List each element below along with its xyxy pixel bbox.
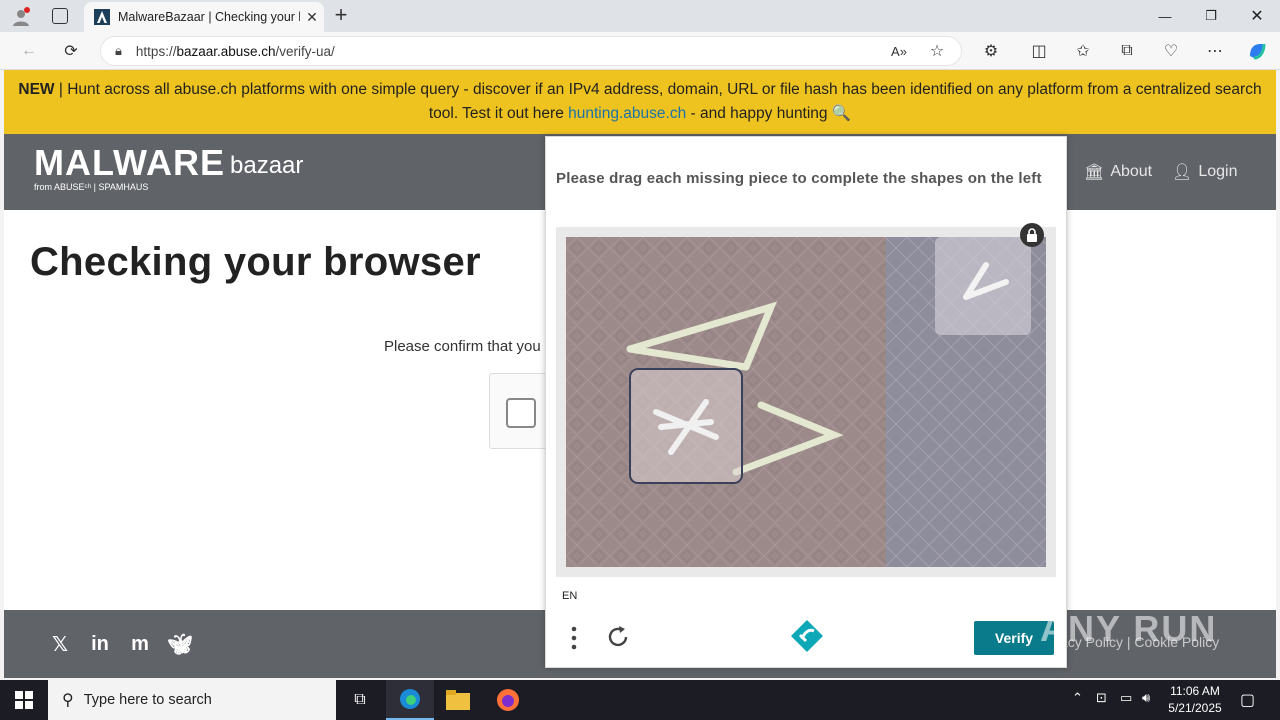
captcha-image-area [556,227,1056,577]
linkedin-icon[interactable]: in [88,632,112,656]
bluesky-icon[interactable]: 🦋︎ [167,632,192,656]
banner-text-end: - and happy hunting 🔍 [686,105,852,122]
split-screen-icon[interactable]: ◫ [1028,40,1050,62]
announcement-banner: NEW | Hunt across all abuse.ch platforms… [4,70,1276,134]
notifications-icon[interactable]: ▢ [1240,690,1255,710]
nav-login-label: Login [1198,163,1238,180]
lock-site-icon: 🔒︎ [115,43,122,58]
tab-title: MalwareBazaar | Checking your b [118,10,300,24]
confirm-text: Please confirm that you [384,338,541,355]
anyrun-watermark: ANY RUN [1040,608,1218,649]
windows-start-icon[interactable] [0,680,48,720]
hcaptcha-logo-icon[interactable] [790,619,824,653]
taskbar-search-placeholder: Type here to search [83,692,212,708]
address-toolbar: ← ⟳ 🔒︎ https://bazaar.abuse.ch/verify-ua… [0,32,1280,70]
banner-new-label: NEW [18,81,55,98]
taskbar-search-input[interactable]: ⚲ Type here to search [48,680,336,720]
tray-chevron-icon[interactable]: ⌃ [1072,690,1083,706]
minimize-icon[interactable]: — [1142,0,1188,32]
close-window-icon[interactable]: ✕ [1234,0,1280,32]
search-icon: ⚲ [62,692,74,709]
browser-essentials-icon[interactable]: ♡ [1160,40,1182,62]
windows-taskbar: ⚲ Type here to search ⧉ ⌃ ⊡ ▭ 🔊︎ 11:06 A… [0,680,1280,720]
favorites-icon[interactable]: ✩ [1072,40,1094,62]
tray-device-icon[interactable]: ⊡ [1096,690,1107,706]
extensions-icon[interactable]: ⚙ [980,40,1002,62]
user-icon: 👤︎ [1172,164,1193,181]
url-host: bazaar.abuse.ch [176,43,276,59]
more-options-icon[interactable] [564,625,584,651]
x-twitter-icon[interactable]: 𝕏 [48,632,72,656]
new-tab-button[interactable]: + [330,4,352,26]
url-prefix: https:// [135,43,177,59]
file-explorer-icon[interactable] [434,680,482,720]
nav-about-label: About [1110,163,1153,180]
settings-more-icon[interactable]: ⋯ [1204,40,1226,62]
captcha-puzzle-image [566,237,1046,567]
logo-from: from ABUSEᶜʰ | SPAMHAUS [34,182,149,192]
logo-malware[interactable]: MALWARE [34,142,225,184]
language-selector[interactable]: EN [562,590,577,602]
hunting-link[interactable]: hunting.abuse.ch [568,105,686,122]
captcha-prompt: Please drag each missing piece to comple… [556,170,1042,187]
captcha-checkbox[interactable] [506,398,536,428]
firefox-icon[interactable] [484,680,532,720]
volume-icon[interactable]: 🔊︎ [1142,690,1150,706]
site-favicon-icon [94,9,110,25]
mastodon-icon[interactable]: m [128,632,152,656]
page-title: Checking your browser [30,240,481,284]
profile-icon[interactable] [10,6,32,28]
tab-actions-icon[interactable] [52,8,68,24]
tab-malwarebazaar[interactable]: MalwareBazaar | Checking your b ✕ [84,2,324,32]
favorite-star-icon[interactable]: ☆ [926,40,948,62]
clock-date: 5/21/2025 [1168,701,1222,715]
collections-icon[interactable]: ⧉ [1116,40,1138,62]
bank-icon: 🏛︎ [1084,164,1105,181]
tab-close-icon[interactable]: ✕ [300,9,324,26]
task-view-icon[interactable]: ⧉ [336,680,384,720]
url-path: /verify-ua/ [275,43,335,59]
refresh-icon[interactable]: ⟳ [60,40,82,62]
browser-tab-bar: MalwareBazaar | Checking your b ✕ + — ❐ … [0,0,1280,32]
url-input[interactable]: 🔒︎ https://bazaar.abuse.ch/verify-ua/ [100,36,962,66]
lock-icon[interactable] [1020,223,1044,247]
edge-taskbar-icon[interactable] [386,680,434,720]
back-icon[interactable]: ← [18,40,40,62]
nav-login[interactable]: 👤︎ Login [1172,162,1237,182]
clock-time: 11:06 AM [1170,684,1220,698]
network-icon[interactable]: ▭ [1120,690,1132,706]
taskbar-clock[interactable]: 11:06 AM 5/21/2025 [1164,683,1226,717]
captcha-challenge-dialog: Please drag each missing piece to comple… [545,136,1067,668]
copilot-icon[interactable] [1246,40,1268,62]
read-aloud-icon[interactable]: A» [888,40,910,62]
restore-icon[interactable]: ❐ [1188,0,1234,32]
nav-about[interactable]: 🏛︎ About [1084,162,1152,182]
logo-bazaar[interactable]: bazaar [230,152,303,180]
reload-challenge-icon[interactable] [604,623,632,651]
